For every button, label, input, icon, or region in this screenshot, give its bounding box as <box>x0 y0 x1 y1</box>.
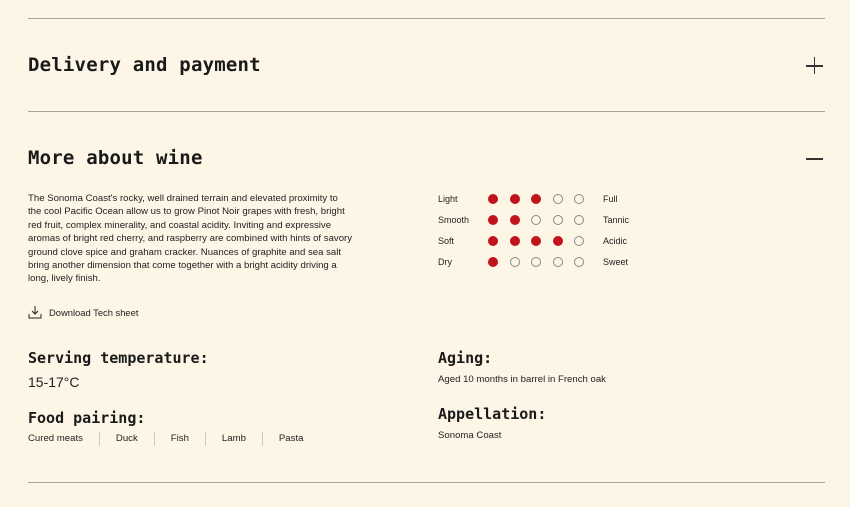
scale-right-label: Full <box>603 194 618 204</box>
scale-dot-filled <box>488 194 498 204</box>
download-icon <box>28 306 42 319</box>
food-pairing-item: Cured meats <box>28 433 83 444</box>
divider-bottom <box>28 482 825 483</box>
scale-dot-filled <box>509 194 520 204</box>
scale-dots <box>488 215 603 225</box>
food-pairing-item: Duck <box>98 432 154 446</box>
scale-dot-filled <box>509 236 520 246</box>
scale-dot-filled <box>531 194 541 204</box>
scale-dots <box>488 194 603 204</box>
scale-dot-empty <box>552 215 563 225</box>
food-pairing-list: Cured meats Duck Fish Lamb Pasta <box>28 432 319 446</box>
scale-dot-empty <box>574 215 584 225</box>
scale-dot-empty <box>574 236 584 246</box>
scale-dot-filled <box>488 215 498 225</box>
food-pairing-item: Pasta <box>261 432 320 446</box>
scale-right-label: Acidic <box>603 236 628 246</box>
scale-dot-empty <box>552 257 563 267</box>
scale-dot-filled <box>509 215 520 225</box>
scale-dot-filled <box>552 236 563 246</box>
taste-scale-row: Light Full <box>438 192 618 206</box>
appellation-value: Sonoma Coast <box>438 430 502 441</box>
serving-temperature-value: 15-17°C <box>28 374 80 390</box>
download-tech-sheet-link[interactable]: Download Tech sheet <box>28 305 138 319</box>
taste-scale-row: Smooth Tannic <box>438 213 629 227</box>
scale-dots <box>488 257 603 267</box>
food-pairing-title: Food pairing: <box>28 409 146 427</box>
scale-right-label: Sweet <box>603 257 629 267</box>
scale-left-label: Dry <box>438 257 452 267</box>
scale-left-label: Light <box>438 194 458 204</box>
scale-left-label: Smooth <box>438 215 470 225</box>
aging-title: Aging: <box>438 349 493 367</box>
scale-dot-empty <box>509 257 520 267</box>
aging-value: Aged 10 months in barrel in French oak <box>438 374 606 385</box>
food-pairing-item: Lamb <box>204 432 262 446</box>
food-pairing-item: Fish <box>153 432 205 446</box>
scale-dot-empty <box>574 257 584 267</box>
scale-dot-filled <box>488 236 498 246</box>
appellation-title: Appellation: <box>438 405 547 423</box>
taste-scale-row: Dry Sweet <box>438 255 628 269</box>
wine-description: The Sonoma Coast's rocky, well drained t… <box>28 193 353 285</box>
scale-dot-empty <box>552 194 563 204</box>
scale-right-label: Tannic <box>603 215 630 225</box>
scale-dot-empty <box>574 194 584 204</box>
divider-middle <box>28 111 825 112</box>
delivery-expand-button[interactable] <box>806 57 823 74</box>
serving-temperature-title: Serving temperature: <box>28 349 209 367</box>
scale-left-label: Soft <box>438 236 455 246</box>
more-about-wine-collapse-button[interactable] <box>806 150 823 167</box>
scale-dot-empty <box>531 215 541 225</box>
divider-top <box>28 18 825 19</box>
taste-scale-row: Soft Acidic <box>438 234 627 248</box>
scale-dot-empty <box>531 257 541 267</box>
download-label: Download Tech sheet <box>49 306 139 318</box>
scale-dot-filled <box>488 257 498 267</box>
scale-dot-filled <box>531 236 541 246</box>
scale-dots <box>488 236 603 246</box>
delivery-heading[interactable]: Delivery and payment <box>28 54 261 76</box>
more-about-wine-heading[interactable]: More about wine <box>28 147 203 169</box>
